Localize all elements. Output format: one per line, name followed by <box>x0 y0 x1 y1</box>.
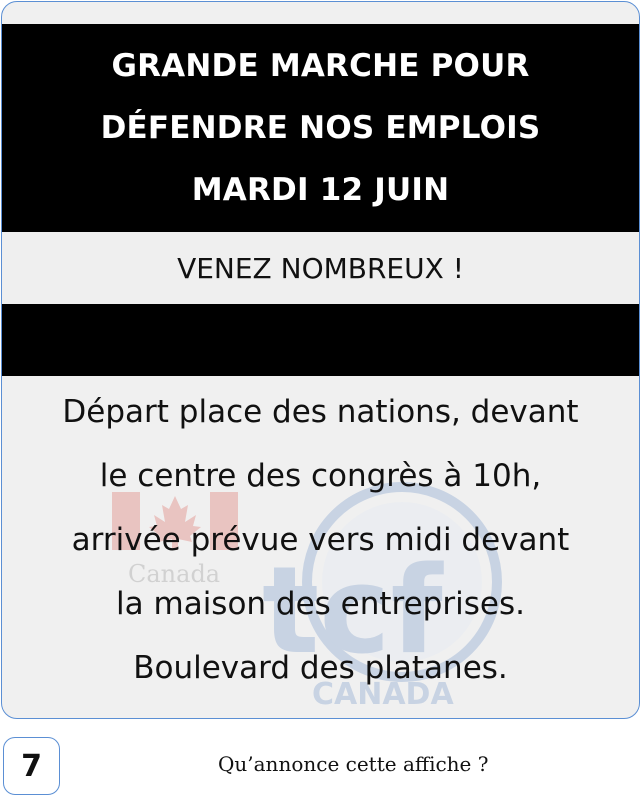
poster-detail-line: la maison des entreprises. <box>116 586 525 622</box>
question-text: Qu’annonce cette affiche ? <box>218 752 489 776</box>
question-number-badge: 7 <box>3 737 60 795</box>
poster-detail-line: le centre des congrès à 10h, <box>99 458 542 494</box>
poster-title-line: MARDI 12 JUIN <box>191 172 450 208</box>
poster-title-band: GRANDE MARCHE POUR DÉFENDRE NOS EMPLOIS … <box>2 24 639 232</box>
poster-detail-line: Départ place des nations, devant <box>62 394 579 430</box>
poster-card: GRANDE MARCHE POUR DÉFENDRE NOS EMPLOIS … <box>1 1 640 719</box>
poster-title-line: DÉFENDRE NOS EMPLOIS <box>100 110 541 146</box>
poster-details: Départ place des nations, devant le cent… <box>2 380 639 700</box>
poster-detail-line: Boulevard des platanes. <box>133 650 508 686</box>
poster-detail-line: arrivée prévue vers midi devant <box>71 522 570 558</box>
poster-black-divider <box>2 304 639 376</box>
poster-call-to-action: VENEZ NOMBREUX ! <box>2 232 639 304</box>
poster-title-line: GRANDE MARCHE POUR <box>111 48 530 84</box>
